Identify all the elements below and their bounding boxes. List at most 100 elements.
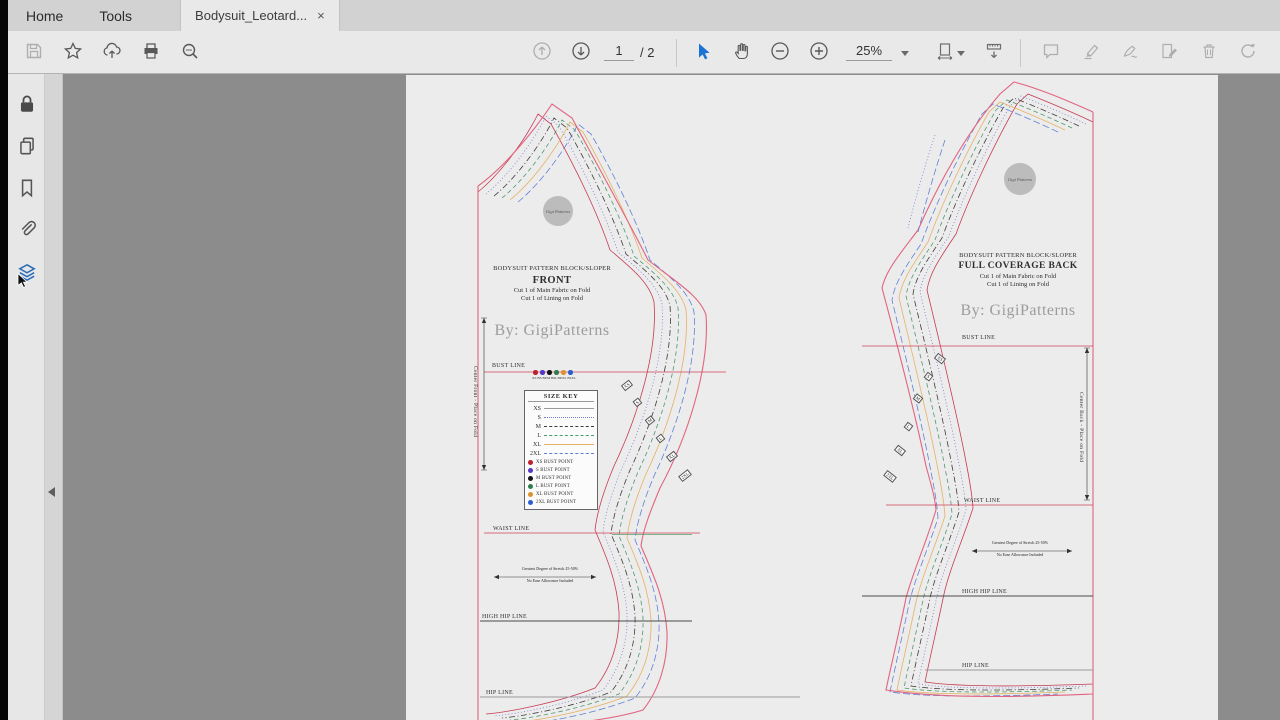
back-name: FULL COVERAGE BACK — [932, 261, 1104, 273]
tab-document-label: Bodysuit_Leotard... — [195, 8, 307, 23]
logo-text: Gigi Patterns — [546, 209, 570, 214]
cursor-arrow-icon — [693, 41, 713, 66]
tab-document[interactable]: Bodysuit_Leotard... × — [180, 0, 340, 31]
back-stretch-note-1: Greatest Degree of Stretch 25-50% — [962, 541, 1078, 545]
size-key-title: SIZE KEY — [528, 393, 594, 402]
size-line-sample — [544, 453, 594, 454]
mouse-cursor — [17, 273, 29, 294]
page-number-input[interactable]: 1 — [604, 43, 634, 61]
close-icon[interactable]: × — [317, 9, 325, 22]
size-line-sample — [544, 426, 594, 427]
back-title-block: BODYSUIT PATTERN BLOCK/SLOPER FULL COVER… — [932, 252, 1104, 289]
attachments-panel-button[interactable] — [16, 218, 38, 240]
zoom-out-button[interactable] — [768, 41, 792, 65]
back-waist-label: WAIST LINE — [964, 498, 1000, 504]
hand-icon — [732, 41, 752, 66]
front-high-hip-label: HIGH HIP LINE — [482, 614, 527, 620]
back-cut-main: Cut 1 of Main Fabric on Fold — [932, 273, 1104, 281]
fountain-pen-icon — [1120, 41, 1140, 66]
bust-point-dot — [547, 370, 552, 375]
edit-pdf-button[interactable] — [1157, 41, 1181, 65]
zoom-in-button[interactable] — [807, 41, 831, 65]
bookmark-icon — [16, 186, 38, 203]
comment-bubble-icon — [1041, 41, 1061, 66]
page-fit-button[interactable] — [933, 41, 957, 65]
rotate-icon — [1238, 41, 1258, 66]
back-bust-label: BUST LINE — [962, 335, 995, 341]
back-header: BODYSUIT PATTERN BLOCK/SLOPER — [932, 252, 1104, 260]
tab-bar: Home Tools Bodysuit_Leotard... × — [8, 0, 1280, 32]
search-button[interactable] — [178, 41, 202, 65]
printer-icon — [141, 41, 161, 66]
page-count-label: / 2 — [640, 45, 654, 60]
pdf-page[interactable]: Gigi Patterns BODYSUIT PATTERN BLOCK/SLO… — [406, 75, 1218, 720]
bust-point-short-labels: XS BP S BP M BP L BP XL BP 2XL BP — [532, 376, 577, 380]
tab-home-label: Home — [26, 8, 63, 24]
bust-point-dot — [533, 370, 538, 375]
size-key-legend: SIZE KEY XS S M L XL 2XL XS BUST POINT S… — [524, 390, 598, 510]
back-cut-lining: Cut 1 of Lining on Fold — [932, 281, 1104, 289]
tab-tools[interactable]: Tools — [81, 0, 150, 31]
front-fold-label: Center Front - Place on Fold — [472, 327, 478, 477]
comment-button[interactable] — [1039, 41, 1063, 65]
front-name: FRONT — [466, 274, 638, 287]
front-stretch-note-1: Greatest Degree of Stretch 25-50% — [492, 567, 608, 571]
bust-point-dot — [554, 370, 559, 375]
back-fold-label: Center Back - Place on Fold — [1078, 355, 1084, 500]
previous-page-button[interactable] — [530, 41, 554, 65]
back-stretch-note-2: No Ease Allowance Included — [962, 553, 1078, 557]
front-cut-lining: Cut 1 of Lining on Fold — [466, 295, 638, 303]
select-tool-button[interactable] — [691, 41, 715, 65]
toolbar-divider — [676, 39, 677, 67]
scroll-mode-button[interactable] — [982, 41, 1006, 65]
pages-icon — [16, 144, 38, 161]
bookmarks-panel-button[interactable] — [16, 177, 38, 199]
collapse-panel-button[interactable] — [48, 487, 55, 497]
gigipatterns-logo-stamp: Gigi Patterns — [1004, 163, 1036, 195]
share-upload-button[interactable] — [100, 41, 124, 65]
fit-width-icon — [935, 41, 955, 66]
rotate-button[interactable] — [1236, 41, 1260, 65]
plus-circle-icon — [809, 41, 829, 66]
front-cut-main: Cut 1 of Main Fabric on Fold — [466, 287, 638, 295]
chevron-down-icon[interactable] — [901, 51, 909, 56]
delete-button[interactable] — [1197, 41, 1221, 65]
paperclip-icon — [16, 227, 38, 244]
bust-point-dot — [568, 370, 573, 375]
save-button[interactable] — [22, 41, 46, 65]
bust-point-dots — [533, 370, 573, 375]
chevron-down-icon[interactable] — [957, 51, 965, 56]
front-stretch-note-2: No Ease Allowance Included — [492, 579, 608, 583]
star-icon — [63, 41, 83, 66]
lock-icon — [16, 102, 38, 119]
hand-tool-button[interactable] — [730, 41, 754, 65]
back-byline: By: GigiPatterns — [932, 302, 1104, 320]
minus-circle-icon — [770, 41, 790, 66]
sign-button[interactable] — [1118, 41, 1142, 65]
zoom-level-dropdown[interactable]: 25% — [846, 43, 892, 61]
acrobat-window: Home Tools Bodysuit_Leotard... × — [0, 0, 1280, 720]
print-button[interactable] — [139, 41, 163, 65]
size-line-sample — [544, 417, 594, 418]
page-edit-icon — [1159, 41, 1179, 66]
highlight-button[interactable] — [1079, 41, 1103, 65]
next-page-button[interactable] — [569, 41, 593, 65]
gigipatterns-logo-stamp: Gigi Patterns — [543, 196, 573, 226]
security-panel-button[interactable] — [16, 93, 38, 115]
document-area[interactable]: Gigi Patterns BODYSUIT PATTERN BLOCK/SLO… — [62, 73, 1280, 720]
bust-point-dot — [561, 370, 566, 375]
tab-home[interactable]: Home — [8, 0, 81, 31]
front-waist-label: WAIST LINE — [493, 526, 529, 532]
toolbar-divider — [1020, 39, 1021, 67]
page-thumbnails-button[interactable] — [16, 135, 38, 157]
panel-edge — [45, 73, 63, 720]
highlighter-icon — [1081, 41, 1101, 66]
bust-point-dot — [540, 370, 545, 375]
favorite-button[interactable] — [61, 41, 85, 65]
save-icon — [24, 41, 44, 66]
screen-edge — [0, 0, 8, 720]
cloud-upload-icon — [102, 41, 122, 66]
front-hip-label: HIP LINE — [486, 690, 513, 696]
arrow-up-circle-icon — [532, 41, 552, 66]
back-hip-label: HIP LINE — [962, 663, 989, 669]
